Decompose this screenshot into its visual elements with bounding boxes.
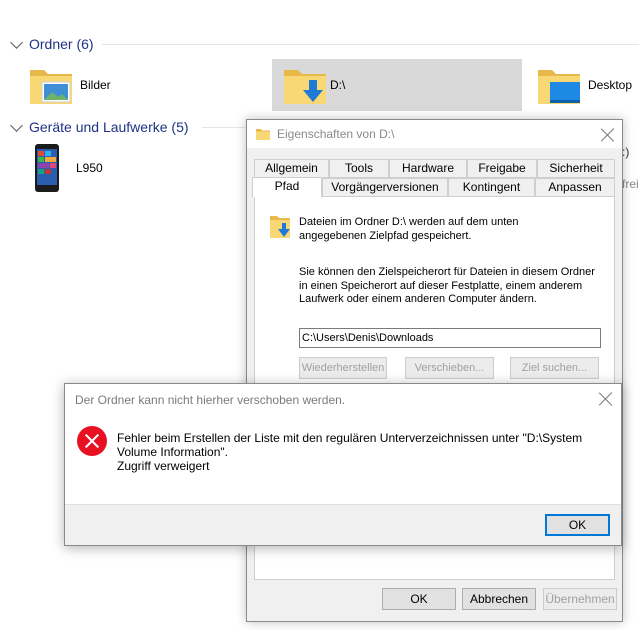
error-dialog: Der Ordner kann nicht hierher verschoben… [64,383,622,546]
error-message-line: Zugriff verweigert [117,459,210,473]
clipped-drive-label: :) [622,145,630,159]
restore-button[interactable]: Wiederherstellen [299,357,387,379]
properties-title: Eigenschaften von D:\ [277,127,395,141]
device-tile-l950[interactable]: L950 [22,140,222,195]
cancel-button[interactable]: Abbrechen [462,588,536,610]
error-message: Fehler beim Erstellen der Liste mit den … [117,431,612,473]
error-message-line: Volume Information". [117,445,228,459]
group-header-devices[interactable]: Geräte und Laufwerke (5) [10,117,189,137]
folder-label: Desktop [588,78,633,92]
tab-tools[interactable]: Tools [329,159,389,178]
tab-vorgaengerversionen[interactable]: Vorgängerversionen [322,178,448,197]
error-icon [77,426,107,456]
downloads-folder-icon [270,216,290,238]
tab-anpassen[interactable]: Anpassen [535,178,615,197]
properties-dialog: Eigenschaften von D:\ Allgemein Tools Ha… [246,119,623,622]
apply-button[interactable]: Übernehmen [543,588,617,610]
tab-hardware[interactable]: Hardware [389,159,467,178]
folder-tile-bilder[interactable]: Bilder [22,60,262,110]
pictures-folder-icon [30,70,72,104]
path-description: Dateien im Ordner D:\ werden auf dem unt… [299,216,519,242]
path-input[interactable]: C:\Users\Denis\Downloads [299,328,601,348]
error-title: Der Ordner kann nicht hierher verschoben… [75,393,346,407]
tab-freigabe[interactable]: Freigabe [467,159,537,178]
tab-allgemein[interactable]: Allgemein [254,159,329,178]
properties-titlebar[interactable]: Eigenschaften von D:\ [247,120,622,148]
group-header-folders[interactable]: Ordner (6) [10,34,94,54]
chevron-down-icon [10,118,23,132]
path-info-text: Sie können den Zielspeicherort für Datei… [299,266,595,305]
tab-pfad[interactable]: Pfad [252,177,322,197]
tab-kontingent[interactable]: Kontingent [448,178,535,197]
move-button[interactable]: Verschieben... [405,357,494,379]
tab-sicherheit[interactable]: Sicherheit [537,159,615,178]
error-message-line: Fehler beim Erstellen der Liste mit den … [117,431,583,445]
ok-button[interactable]: OK [382,588,456,610]
folder-icon [256,129,270,140]
folder-tile-desktop[interactable]: Desktop [530,60,639,110]
desktop-folder-icon [538,70,580,104]
folder-label: Bilder [80,78,111,92]
close-icon[interactable] [601,128,615,142]
error-footer: OK [65,504,621,545]
group-label: Geräte und Laufwerke (5) [29,119,189,135]
folder-label: D:\ [330,78,346,92]
phone-icon [35,143,59,192]
clipped-free-space: frei [622,177,639,191]
device-label: L950 [76,160,103,175]
group-label: Ordner (6) [29,36,94,52]
group-divider [102,44,639,45]
group-divider [202,127,246,128]
downloads-folder-icon [284,70,326,104]
error-ok-button[interactable]: OK [545,514,610,536]
close-icon[interactable] [599,392,613,406]
find-target-button[interactable]: Ziel suchen... [510,357,599,379]
folder-tile-d-drive[interactable]: D:\ [272,59,522,111]
chevron-down-icon [10,35,23,49]
